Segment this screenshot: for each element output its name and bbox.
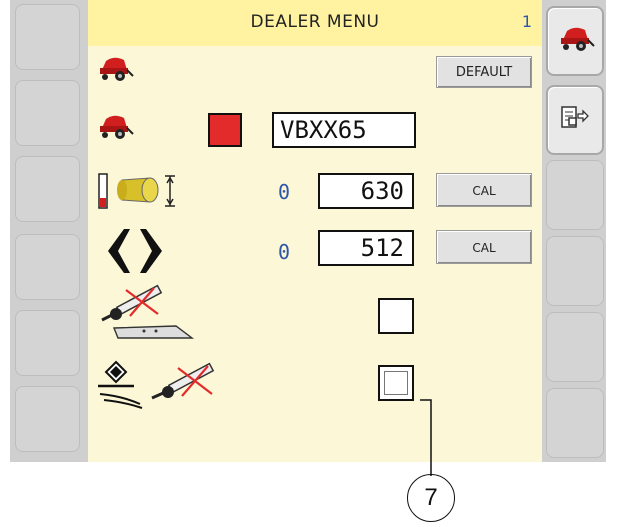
callout-leader-line (420, 399, 432, 476)
callout-label: 7 (407, 474, 455, 522)
